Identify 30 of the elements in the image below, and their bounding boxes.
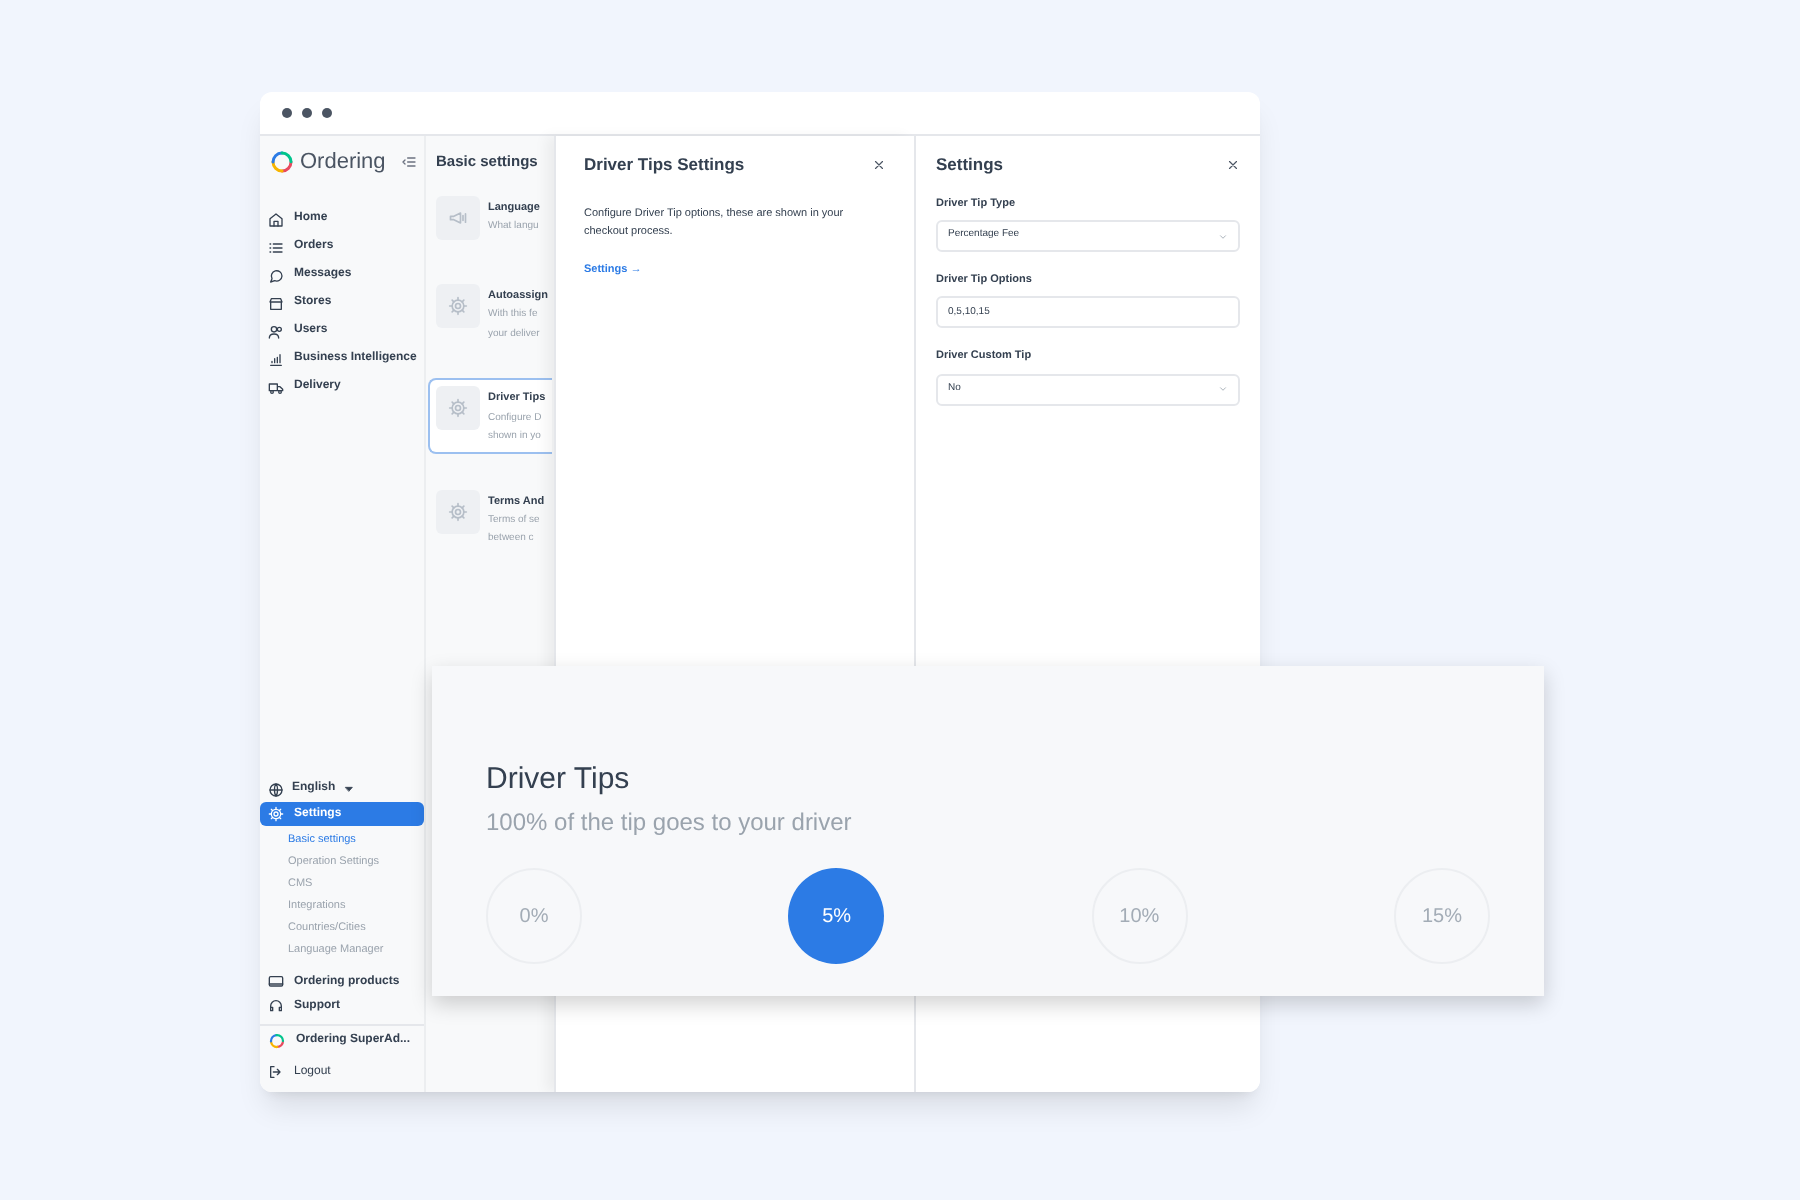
chat-bubble-icon bbox=[268, 267, 284, 283]
globe-icon bbox=[268, 781, 284, 797]
ring-logo-icon bbox=[268, 1032, 286, 1050]
monitor-icon bbox=[268, 974, 284, 990]
storefront-icon bbox=[268, 295, 284, 311]
gear-icon bbox=[268, 806, 284, 822]
card-subtitle: 100% of the tip goes to your driver bbox=[486, 806, 854, 840]
panel-title: Settings bbox=[936, 152, 1004, 178]
logout-icon bbox=[268, 1064, 284, 1080]
chevron-down-icon bbox=[1218, 384, 1228, 394]
megaphone-icon bbox=[448, 208, 468, 228]
home-icon bbox=[268, 211, 284, 227]
brand-name: Ordering bbox=[300, 148, 386, 178]
headset-icon bbox=[268, 998, 284, 1014]
chevron-down-icon bbox=[1218, 231, 1228, 241]
bar-chart-icon bbox=[268, 351, 284, 367]
collapse-menu-icon bbox=[400, 154, 418, 171]
ring-logo-icon bbox=[270, 150, 294, 175]
panel-title: Driver Tips Settings bbox=[584, 152, 745, 178]
truck-icon bbox=[268, 379, 284, 395]
gear-icon bbox=[448, 501, 468, 521]
gear-icon bbox=[448, 398, 468, 419]
gear-icon bbox=[448, 296, 468, 316]
caret-down-icon bbox=[343, 784, 354, 794]
list-icon bbox=[268, 239, 284, 255]
close-icon bbox=[872, 157, 886, 172]
users-icon bbox=[268, 323, 284, 339]
tip-option[interactable]: 5% bbox=[788, 868, 885, 964]
card-title: Driver Tips bbox=[486, 762, 632, 798]
close-icon bbox=[1226, 157, 1240, 172]
